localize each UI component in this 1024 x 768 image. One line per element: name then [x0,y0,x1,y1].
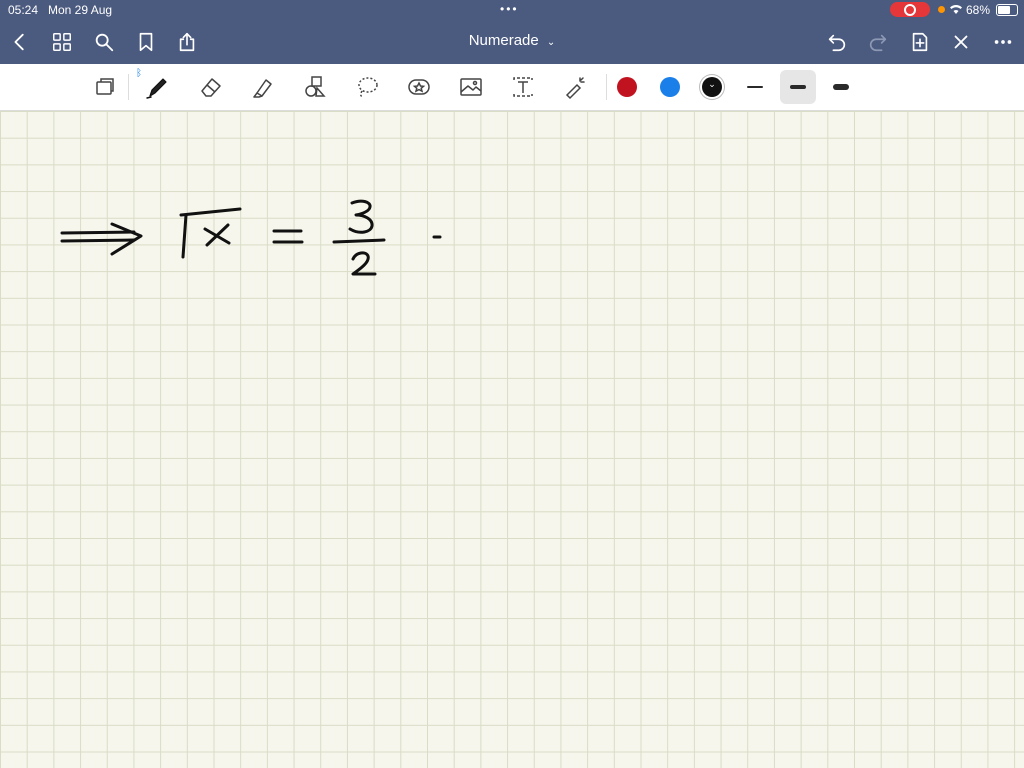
note-canvas[interactable] [0,111,1024,768]
stroke-size-thin[interactable] [737,70,773,104]
tools-toolbar: ᛒ ⌄ [0,64,1024,111]
share-icon[interactable] [171,26,203,58]
stroke-size-thick[interactable] [823,70,859,104]
image-icon[interactable] [454,70,488,104]
screen-recording-icon[interactable] [890,2,930,17]
app-header: 05:24 Mon 29 Aug ••• 68% Numerade ⌄ [0,0,1024,64]
wifi-icon [949,3,963,18]
battery-icon [996,4,1018,16]
document-title[interactable]: Numerade ⌄ [412,32,612,49]
search-icon[interactable] [88,26,120,58]
toolbar-divider [606,74,607,100]
document-title-text: Numerade [468,32,539,49]
denominator-two-stroke [351,251,377,276]
shapes-icon[interactable] [298,70,332,104]
pen-icon[interactable] [140,70,174,104]
more-icon[interactable] [987,26,1019,58]
chevron-down-icon: ⌄ [708,79,716,89]
laser-icon[interactable] [558,70,592,104]
color-swatch-blue[interactable] [660,77,680,97]
variable-x-stroke [203,223,231,247]
bookmark-icon[interactable] [130,26,162,58]
battery-percent: 68% [966,3,991,17]
implies-arrow-stroke [60,222,143,256]
numerator-three-stroke [348,199,374,234]
chevron-down-icon: ⌄ [546,37,556,48]
color-swatch-red[interactable] [617,77,637,97]
equals-sign-stroke [272,229,304,244]
back-icon[interactable] [4,26,36,58]
color-swatch-black[interactable]: ⌄ [702,77,722,97]
fraction-bar-stroke [332,238,386,244]
sticker-icon[interactable] [402,70,436,104]
mic-indicator-icon [938,6,945,13]
undo-icon[interactable] [821,26,853,58]
grid-icon[interactable] [46,26,78,58]
pages-icon[interactable] [88,70,122,104]
handwriting-ink [60,199,442,276]
status-time: 05:24 [8,3,39,17]
stroke-size-medium[interactable] [780,70,816,104]
eraser-icon[interactable] [194,70,228,104]
add-page-icon[interactable] [904,26,936,58]
status-bar: 05:24 Mon 29 Aug ••• 68% [0,0,1024,20]
close-icon[interactable] [945,26,977,58]
status-date: Mon 29 Aug [48,3,113,17]
text-icon[interactable] [506,70,540,104]
nav-bar: Numerade ⌄ [0,20,1024,64]
highlighter-icon[interactable] [246,70,280,104]
redo-icon[interactable] [862,26,894,58]
multitasking-dots-icon[interactable]: ••• [500,2,519,16]
lasso-icon[interactable] [350,70,384,104]
toolbar-divider [128,74,129,100]
